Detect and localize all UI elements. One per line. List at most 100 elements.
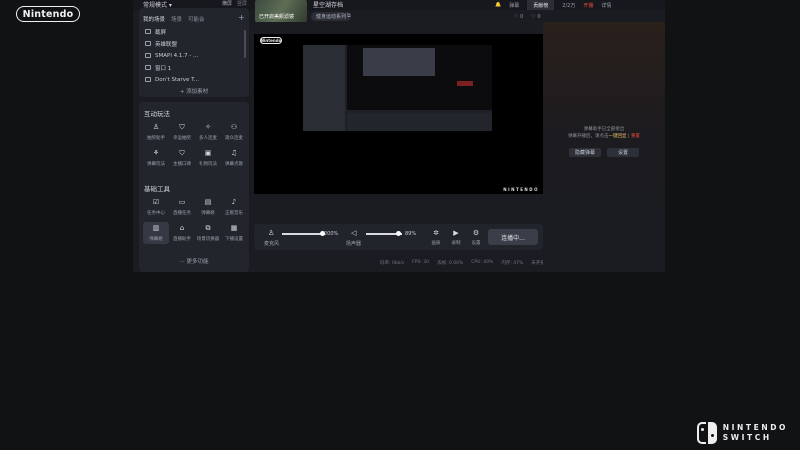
- contribution-tab[interactable]: 贡献榜: [527, 0, 555, 10]
- speaker-slider-knob[interactable]: [395, 231, 401, 236]
- tool-label: 弹幕姬: [149, 237, 163, 242]
- scene-tabs: 我的场景 场景 可能会: [143, 15, 205, 23]
- start-live-indicator[interactable]: 开播: [583, 2, 593, 9]
- record-button[interactable]: ▶ 录制: [447, 229, 465, 246]
- sparkle-icon: ✧: [205, 123, 211, 131]
- list-item[interactable]: 窗口 1: [145, 62, 237, 73]
- tool-gift-game[interactable]: ▣ 礼物玩法: [195, 147, 221, 169]
- interactive-section-title: 互动玩法: [144, 110, 170, 118]
- live-status-button[interactable]: 连播中...: [488, 229, 538, 245]
- one-click-link[interactable]: 一键回显: [609, 134, 627, 139]
- memory-status: 内存: 47%: [501, 261, 524, 266]
- tool-lottery-assistant[interactable]: ♙ 抽奖助手: [143, 121, 169, 143]
- tv-icon: ▭: [178, 198, 186, 206]
- scene-scrollbar[interactable]: [244, 30, 246, 58]
- list-item[interactable]: 英雄联盟: [145, 38, 237, 49]
- bitrate-status: 码率: 0kb/s: [380, 261, 405, 266]
- edit-tag-icon[interactable]: ⧉: [347, 13, 351, 19]
- stream-preview[interactable]: Nintendo NINTENDO: [254, 34, 543, 194]
- hide-danmu-button[interactable]: 隐藏弹幕: [569, 148, 601, 157]
- audio-control-bar: ♙ 200% 麦克风 ◁ 89% 扬声器 ✲ 画质 ▶ 录制 ⚙ 设置 连播中...: [254, 224, 543, 250]
- list-item[interactable]: 截屏: [145, 26, 237, 37]
- preview-nintendo-text: Nintendo: [260, 38, 282, 43]
- tab-my-scenes[interactable]: 我的场景: [143, 15, 165, 23]
- add-scene-button[interactable]: +: [238, 13, 245, 22]
- source-icon: [145, 65, 151, 70]
- basic-section-title: 基础工具: [144, 185, 170, 193]
- fps-status: FPS: 30: [412, 260, 429, 265]
- document-icon: ▦: [230, 224, 238, 232]
- heart-stat: ♡ 0: [531, 14, 541, 20]
- tool-label: 观众连麦: [225, 136, 243, 141]
- preview-nintendo-logo: Nintendo: [260, 37, 282, 44]
- danmu-notice-line1: 弹幕助手已全部接出: [583, 127, 625, 132]
- chat-icon: ▤: [204, 198, 212, 206]
- more-functions-button[interactable]: ··· 更多功能: [139, 257, 249, 265]
- danmu-panel: 弹幕助手已全部接出 弹幕开播后，请点击一键回显 | 重置 隐藏弹幕 设置: [543, 22, 665, 272]
- speaker-icon[interactable]: ◁: [351, 229, 356, 237]
- top-right-controls: 🔔 弹幕 贡献榜 2/2万 开播 详情: [495, 0, 611, 10]
- danmu-notice-text: 弹幕开播后，请点击: [568, 134, 609, 139]
- danmu-notice: 弹幕助手已全部接出 弹幕开播后，请点击一键回显 | 重置: [543, 126, 665, 140]
- streaming-app-window: 常规模式 ▾ 横屏 竖屏 已开启美颜滤镜 星空湖存档 健身运动系列 ⧉ 🔔 弹幕…: [133, 0, 665, 272]
- nintendo-logo: Nintendo: [16, 6, 80, 22]
- microphone-icon[interactable]: ♙: [268, 229, 274, 237]
- tool-label: 礼物玩法: [199, 162, 217, 167]
- checklist-icon: ☑: [152, 198, 160, 206]
- landscape-toggle[interactable]: 横屏: [222, 0, 232, 7]
- add-source-button[interactable]: + 添加素材: [139, 87, 249, 95]
- tool-reputation[interactable]: ⛉ 主播口碑: [169, 147, 195, 169]
- tool-audience-link[interactable]: ⚇ 观众连麦: [221, 121, 247, 143]
- tool-scene-switcher[interactable]: ⧉ 场景切换器: [195, 222, 221, 244]
- switch-logo-line1: NINTENDO: [722, 423, 788, 432]
- list-item[interactable]: SMAPI 4.1.7 - ...: [145, 50, 237, 61]
- tool-danmu-ji[interactable]: ▤ 弹幕姬: [195, 196, 221, 218]
- tab-other[interactable]: 可能会: [188, 15, 205, 23]
- tool-task-center[interactable]: ☑ 任务中心: [143, 196, 169, 218]
- settings-button[interactable]: ⚙ 设置: [467, 229, 485, 246]
- source-icon: [145, 29, 151, 34]
- scene-panel: 我的场景 场景 可能会 + 截屏 英雄联盟 SMAPI 4.1.7 - ... …: [139, 8, 249, 97]
- microphone-slider[interactable]: [282, 233, 322, 235]
- tool-label: 主播口碑: [173, 162, 191, 167]
- microphone-icon: ♙: [152, 123, 160, 131]
- tool-label: 正版音乐: [225, 211, 243, 216]
- room-cover-thumbnail[interactable]: 已开启美颜滤镜: [255, 0, 307, 22]
- tool-label: 直播任务: [173, 211, 191, 216]
- nested-preview: [347, 45, 492, 110]
- tool-danmu-ji-selected[interactable]: ▥ 弹幕姬: [143, 222, 169, 244]
- nested-inner-window: [363, 48, 435, 76]
- portrait-toggle[interactable]: 竖屏: [237, 0, 247, 7]
- tool-licensed-music[interactable]: ♪ 正版音乐: [221, 196, 247, 218]
- nintendo-logo-text: Nintendo: [22, 8, 74, 20]
- microphone-label: 麦克风: [264, 241, 280, 247]
- switch-scene-icon: ⧉: [205, 224, 211, 232]
- tool-multi-link[interactable]: ✧ 多人连麦: [195, 121, 221, 143]
- tool-live-task[interactable]: ▭ 直播任务: [169, 196, 195, 218]
- user-icon: ⚇: [230, 123, 238, 131]
- tool-label: 直播助手: [173, 237, 191, 242]
- badge-icon: ⛉: [179, 149, 185, 157]
- bell-icon[interactable]: 🔔: [495, 2, 501, 8]
- shield-icon: ⛉: [179, 123, 185, 131]
- tool-offline-settings[interactable]: ▦ 下播设置: [221, 222, 247, 244]
- tab-scenes[interactable]: 场景: [171, 15, 182, 23]
- switch-logo-line2: SWITCH: [722, 433, 772, 442]
- reset-link[interactable]: 重置: [631, 134, 640, 139]
- tool-lucky-draw[interactable]: ⛉ 幸运抽奖: [169, 121, 195, 143]
- quality-label: 画质: [431, 241, 441, 246]
- list-item[interactable]: Don't Starve T...: [145, 74, 237, 85]
- camera-icon: ▶: [453, 229, 459, 237]
- room-category-tag[interactable]: 健身运动系列: [311, 12, 352, 21]
- danmu-button[interactable]: 弹幕: [509, 2, 519, 9]
- tool-live-assistant[interactable]: ⌂ 直播助手: [169, 222, 195, 244]
- room-title[interactable]: 星空湖存档: [313, 0, 343, 9]
- quality-button[interactable]: ✲ 画质: [427, 229, 445, 246]
- danmu-settings-button[interactable]: 设置: [607, 148, 639, 157]
- status-line: 码率: 0kb/s FPS: 30 丢帧: 0.00% CPU: 40% 内存:…: [380, 260, 545, 266]
- nested-sidebar: [303, 45, 345, 131]
- scene-item-label: SMAPI 4.1.7 - ...: [155, 52, 199, 59]
- details-link[interactable]: 详情: [601, 2, 611, 9]
- tool-danmu-game[interactable]: ⚘ 弹幕玩法: [143, 147, 169, 169]
- tool-song-request[interactable]: ♫ 弹幕点歌: [221, 147, 247, 169]
